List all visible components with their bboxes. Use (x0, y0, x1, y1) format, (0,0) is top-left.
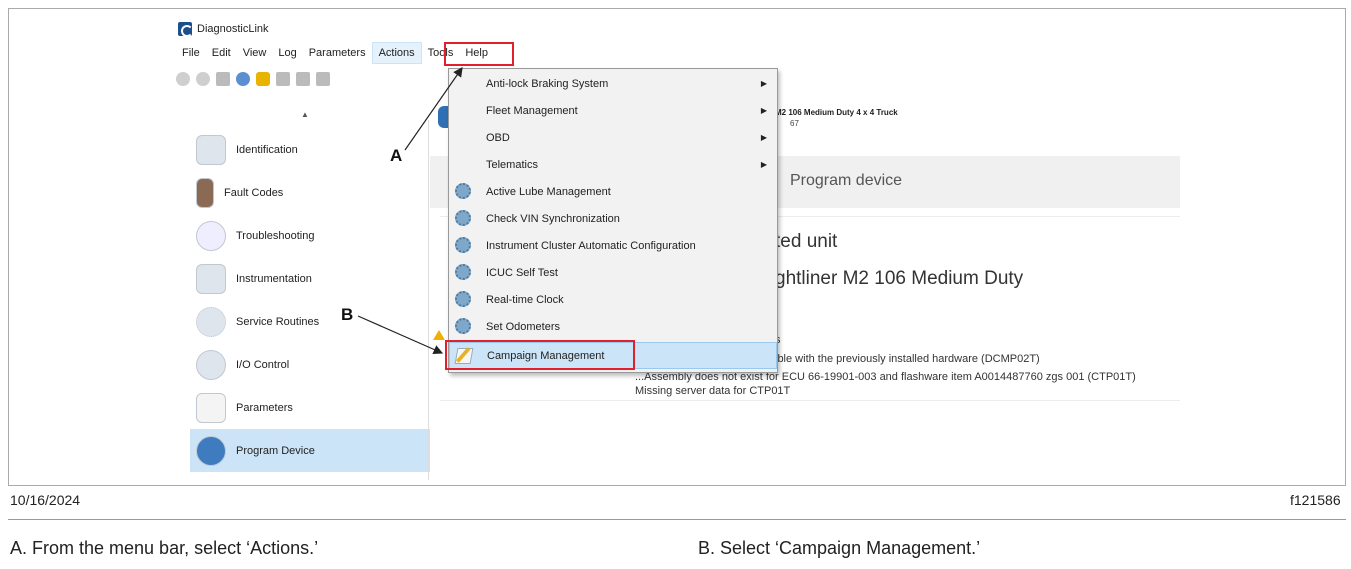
callout-a-arrow (404, 67, 463, 151)
caption-step-b: B. Select ‘Campaign Management.’ (698, 538, 981, 558)
caption-step-a: A. From the menu bar, select ‘Actions.’ (10, 538, 319, 558)
caption-divider (8, 519, 1346, 520)
figure-id: f121586 (1290, 492, 1341, 508)
callout-arrows (357, 67, 463, 355)
figure-date: 10/16/2024 (10, 492, 81, 508)
callout-b-arrow (357, 315, 444, 355)
